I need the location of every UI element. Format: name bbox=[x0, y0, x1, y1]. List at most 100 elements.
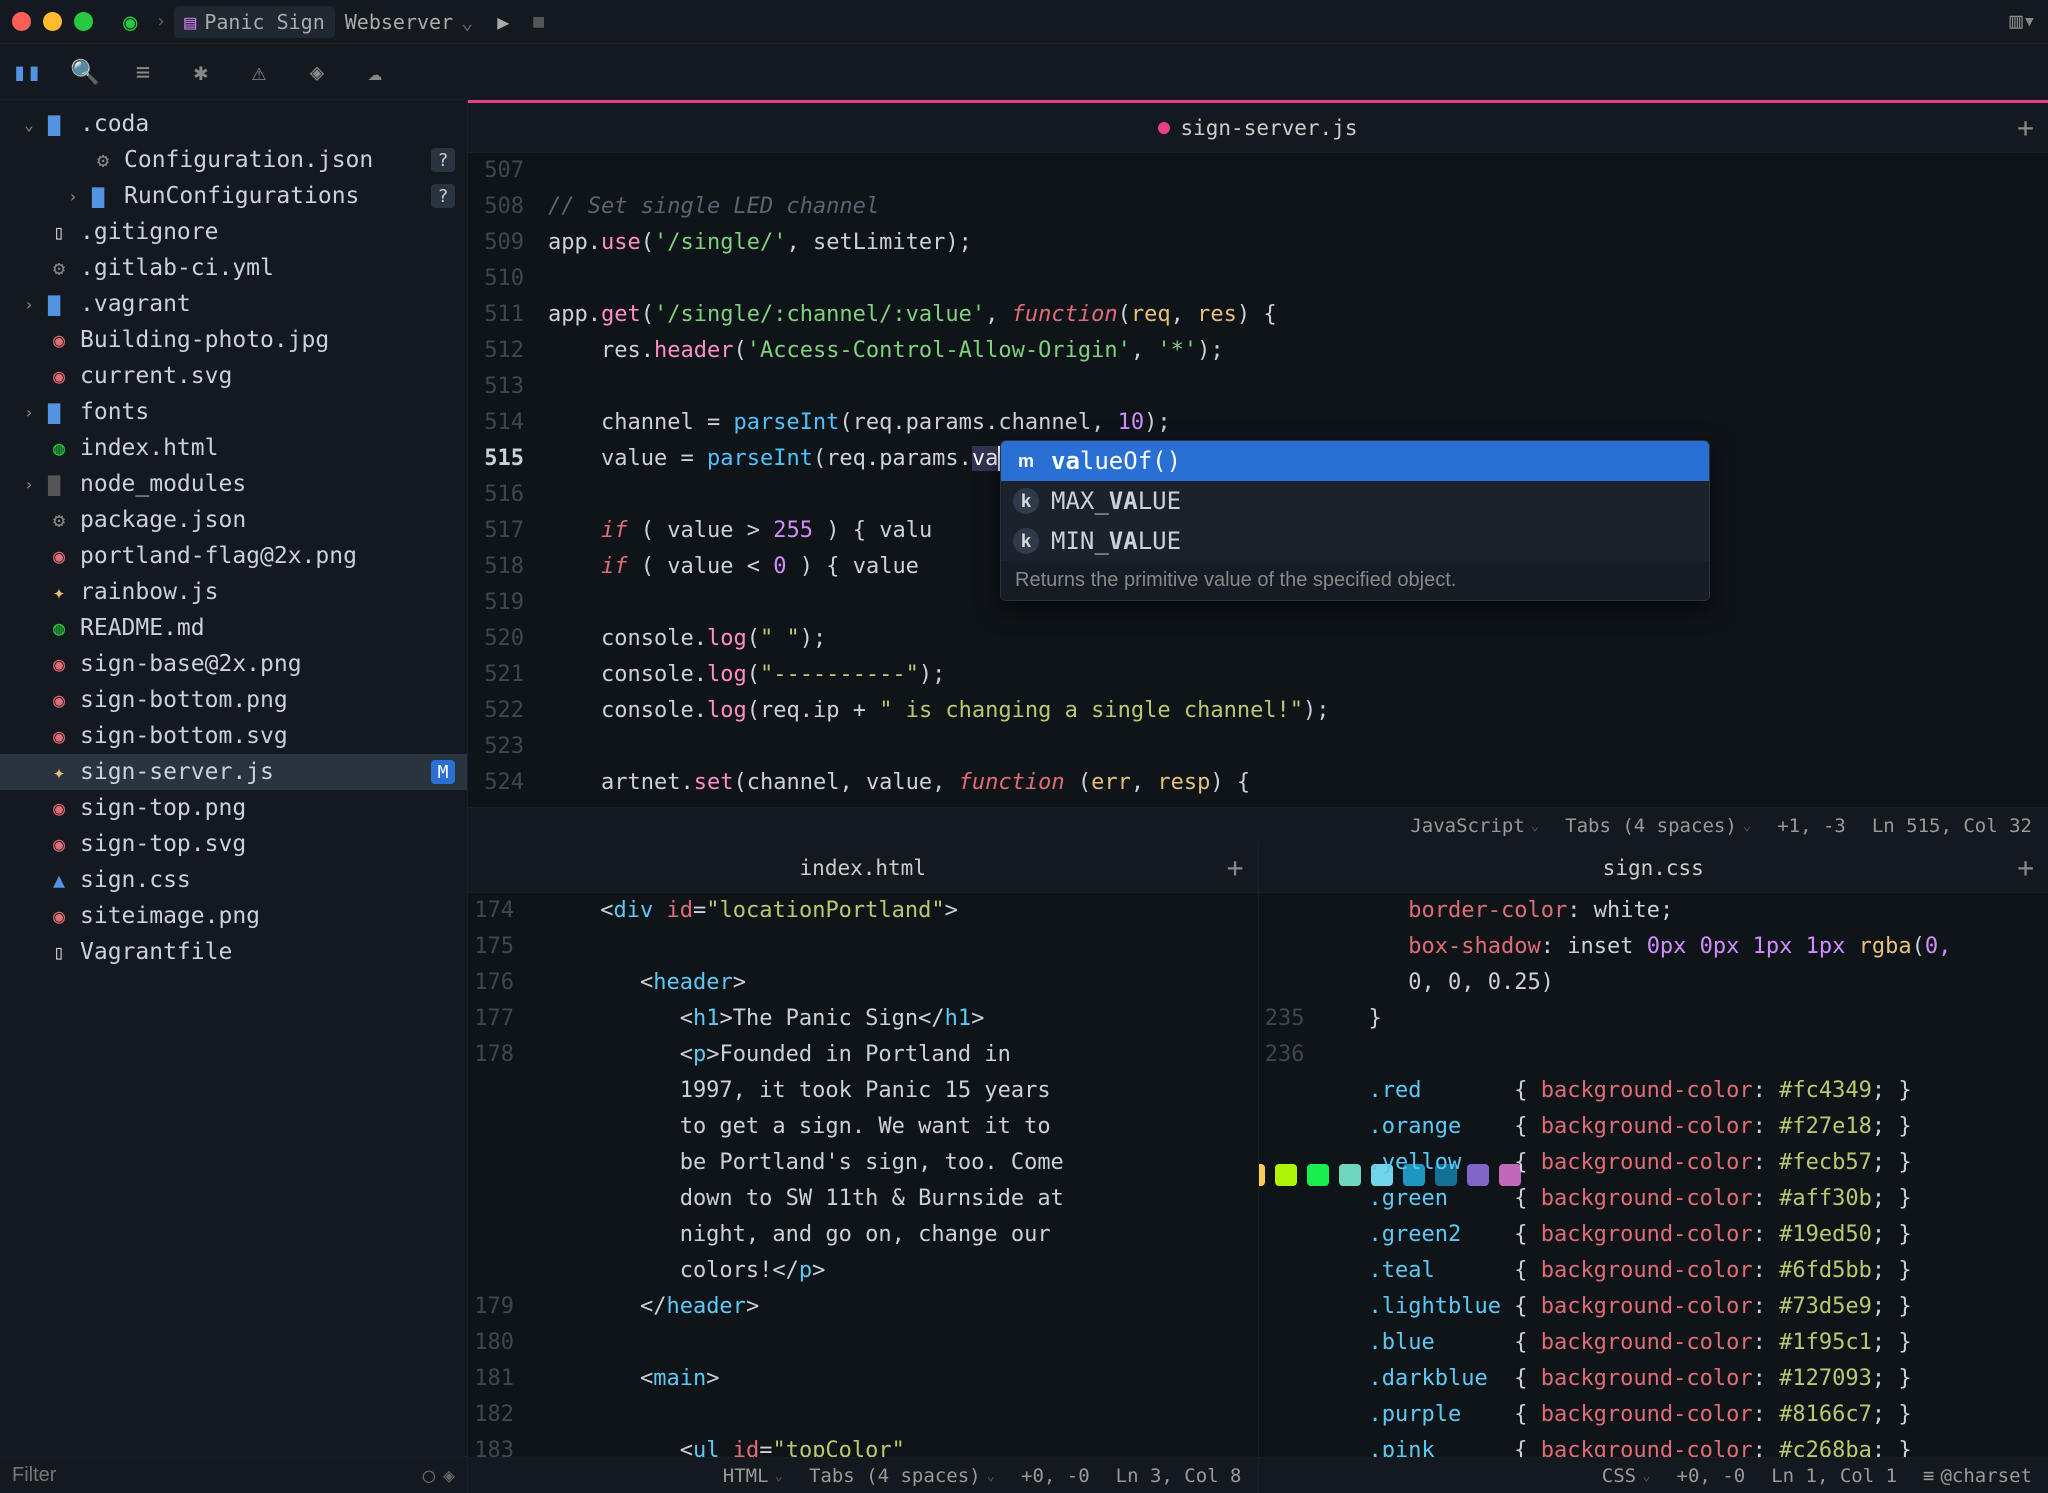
tree-item-label: Configuration.json bbox=[124, 147, 373, 173]
tree-item-building-photo-jpg[interactable]: ◉Building-photo.jpg bbox=[0, 322, 467, 358]
file-icon: ◍ bbox=[48, 616, 70, 640]
tree-item-siteimage-png[interactable]: ◉siteimage.png bbox=[0, 898, 467, 934]
tab-label: sign-server.js bbox=[1180, 116, 1357, 140]
disclosure-icon: › bbox=[20, 295, 38, 314]
tree-item-sign-bottom-svg[interactable]: ◉sign-bottom.svg bbox=[0, 718, 467, 754]
color-swatch bbox=[1259, 1164, 1265, 1186]
file-icon: ◉ bbox=[48, 724, 70, 748]
code-area[interactable]: <div id="locationPortland"> <header> <h1… bbox=[526, 893, 1258, 1457]
file-icon: ◉ bbox=[48, 688, 70, 712]
run-button[interactable]: ▶ bbox=[497, 10, 509, 34]
tree-item-configuration-json[interactable]: ⚙ Configuration.json? bbox=[0, 142, 467, 178]
disclosure-icon: › bbox=[20, 403, 38, 422]
chevron-right-icon: › bbox=[155, 11, 166, 32]
tree-item-index-html[interactable]: ◍ index.html bbox=[0, 430, 467, 466]
tree-item-runconfigurations[interactable]: ›▇RunConfigurations? bbox=[0, 178, 467, 214]
tree-item-package-json[interactable]: ⚙package.json bbox=[0, 502, 467, 538]
file-icon: ⚙ bbox=[92, 148, 114, 172]
run-target-select[interactable]: Webserver⌄ bbox=[335, 10, 483, 34]
tree-item-sign-css[interactable]: ▲sign.css bbox=[0, 862, 467, 898]
tree-item--vagrant[interactable]: ›▇.vagrant bbox=[0, 286, 467, 322]
autocomplete-item[interactable]: kMIN_VALUE bbox=[1001, 521, 1709, 561]
status-indent[interactable]: Tabs (4 spaces)⌄ bbox=[1565, 815, 1751, 837]
file-icon: ◉ bbox=[48, 904, 70, 928]
tree-item-label: fonts bbox=[80, 399, 149, 425]
status-cursor: Ln 1, Col 1 bbox=[1771, 1465, 1897, 1487]
status-diff: +0, -0 bbox=[1021, 1465, 1090, 1487]
status-symbol[interactable]: ≡ @charset bbox=[1923, 1465, 2032, 1487]
tree-item-sign-top-svg[interactable]: ◉sign-top.svg bbox=[0, 826, 467, 862]
editor-pane-main: sign-server.js + 50750850951051151251351… bbox=[468, 103, 2048, 843]
tree-item-label: rainbow.js bbox=[80, 579, 218, 605]
tree-item-label: node_modules bbox=[80, 471, 246, 497]
filter-input[interactable] bbox=[12, 1464, 415, 1487]
tree-item-label: index.html bbox=[80, 435, 218, 461]
tree-item-label: sign-base@2x.png bbox=[80, 651, 302, 677]
tree-item--gitlab-ci-yml[interactable]: ⚙.gitlab-ci.yml bbox=[0, 250, 467, 286]
tree-item-portland-flag-2x-png[interactable]: ◉portland-flag@2x.png bbox=[0, 538, 467, 574]
tree-item-badge: ? bbox=[431, 184, 455, 208]
files-tab-icon[interactable]: ▮▮ bbox=[12, 58, 42, 86]
panels-layout-icon[interactable]: ▥▾ bbox=[2010, 9, 2037, 34]
stop-button[interactable]: ■ bbox=[533, 11, 544, 32]
tab-index-html[interactable]: index.html bbox=[800, 856, 926, 880]
status-language[interactable]: HTML⌄ bbox=[723, 1465, 783, 1487]
tree-item-rainbow-js[interactable]: ✦rainbow.js bbox=[0, 574, 467, 610]
tab-sign-server[interactable]: sign-server.js bbox=[1158, 116, 1357, 140]
search-icon[interactable]: 🔍 bbox=[70, 58, 100, 86]
file-icon: ▯ bbox=[48, 940, 70, 964]
status-language[interactable]: CSS⌄ bbox=[1602, 1465, 1651, 1487]
close-window-button[interactable] bbox=[12, 12, 31, 31]
new-tab-button[interactable]: + bbox=[2017, 851, 2034, 884]
autocomplete-kind-icon: m bbox=[1013, 448, 1039, 474]
status-language[interactable]: JavaScript⌄ bbox=[1410, 815, 1539, 837]
file-icon: ◉ bbox=[48, 652, 70, 676]
tree-item-sign-top-png[interactable]: ◉sign-top.png bbox=[0, 790, 467, 826]
tree-item-sign-server-js[interactable]: ✦sign-server.jsM bbox=[0, 754, 467, 790]
project-crumb[interactable]: ▤Panic Sign bbox=[174, 6, 334, 38]
tree-item-sign-base-2x-png[interactable]: ◉ sign-base@2x.png bbox=[0, 646, 467, 682]
editor-pane-css: sign.css + 235236 248 border-color: whit… bbox=[1259, 843, 2048, 1493]
autocomplete-kind-icon: k bbox=[1013, 528, 1039, 554]
file-icon: ◉ bbox=[48, 544, 70, 568]
cloud-icon[interactable]: ☁ bbox=[360, 58, 390, 86]
tree-item-readme-md[interactable]: ◍README.md bbox=[0, 610, 467, 646]
tab-sign-css[interactable]: sign.css bbox=[1603, 856, 1704, 880]
minimize-window-button[interactable] bbox=[43, 12, 62, 31]
autocomplete-hint: Returns the primitive value of the speci… bbox=[1001, 561, 1709, 600]
new-tab-button[interactable]: + bbox=[2017, 111, 2034, 144]
status-indent[interactable]: Tabs (4 spaces)⌄ bbox=[809, 1465, 995, 1487]
status-diff: +1, -3 bbox=[1777, 815, 1846, 837]
tree-item-label: sign-top.png bbox=[80, 795, 246, 821]
filter-settings-icon[interactable]: ◯ bbox=[423, 1463, 435, 1487]
tree-item-node-modules[interactable]: › ▇ node_modules bbox=[0, 466, 467, 502]
folder-icon: ▇ bbox=[48, 112, 70, 136]
issues-icon[interactable]: ⚠ bbox=[244, 58, 274, 86]
autocomplete-item[interactable]: kMAX_VALUE bbox=[1001, 481, 1709, 521]
project-name: Panic Sign bbox=[204, 10, 324, 34]
autocomplete-item[interactable]: mvalueOf() bbox=[1001, 441, 1709, 481]
gutter: 5075085095105115125135145155165175185195… bbox=[468, 153, 540, 807]
file-icon: ◍ bbox=[48, 436, 70, 460]
tree-item--coda[interactable]: ⌄▇.coda bbox=[0, 106, 467, 142]
tree-item--gitignore[interactable]: ▯.gitignore bbox=[0, 214, 467, 250]
folder-icon: ▇ bbox=[48, 472, 70, 496]
tree-item-badge: ? bbox=[431, 148, 455, 172]
titlebar: ◉ › ▤Panic Sign Webserver⌄ ▶ ■ ▥▾ bbox=[0, 0, 2048, 44]
new-tab-button[interactable]: + bbox=[1227, 851, 1244, 884]
outline-icon[interactable]: ≡ bbox=[128, 58, 158, 86]
tree-item-current-svg[interactable]: ◉current.svg bbox=[0, 358, 467, 394]
tree-item-fonts[interactable]: ›▇fonts bbox=[0, 394, 467, 430]
disclosure-icon: › bbox=[20, 475, 38, 494]
tree-item-label: Building-photo.jpg bbox=[80, 327, 329, 353]
color-swatch bbox=[1275, 1164, 1297, 1186]
file-icon: ✦ bbox=[48, 760, 70, 784]
fullscreen-window-button[interactable] bbox=[74, 12, 93, 31]
snippets-icon[interactable]: ✱ bbox=[186, 58, 216, 86]
modified-indicator bbox=[1158, 122, 1170, 134]
filter-scope-icon[interactable]: ◈ bbox=[443, 1463, 455, 1487]
tree-item-vagrantfile[interactable]: ▯Vagrantfile bbox=[0, 934, 467, 970]
code-area[interactable]: border-color: white; box-shadow: inset 0… bbox=[1361, 893, 2048, 1457]
tree-item-sign-bottom-png[interactable]: ◉sign-bottom.png bbox=[0, 682, 467, 718]
scm-icon[interactable]: ◈ bbox=[302, 58, 332, 86]
